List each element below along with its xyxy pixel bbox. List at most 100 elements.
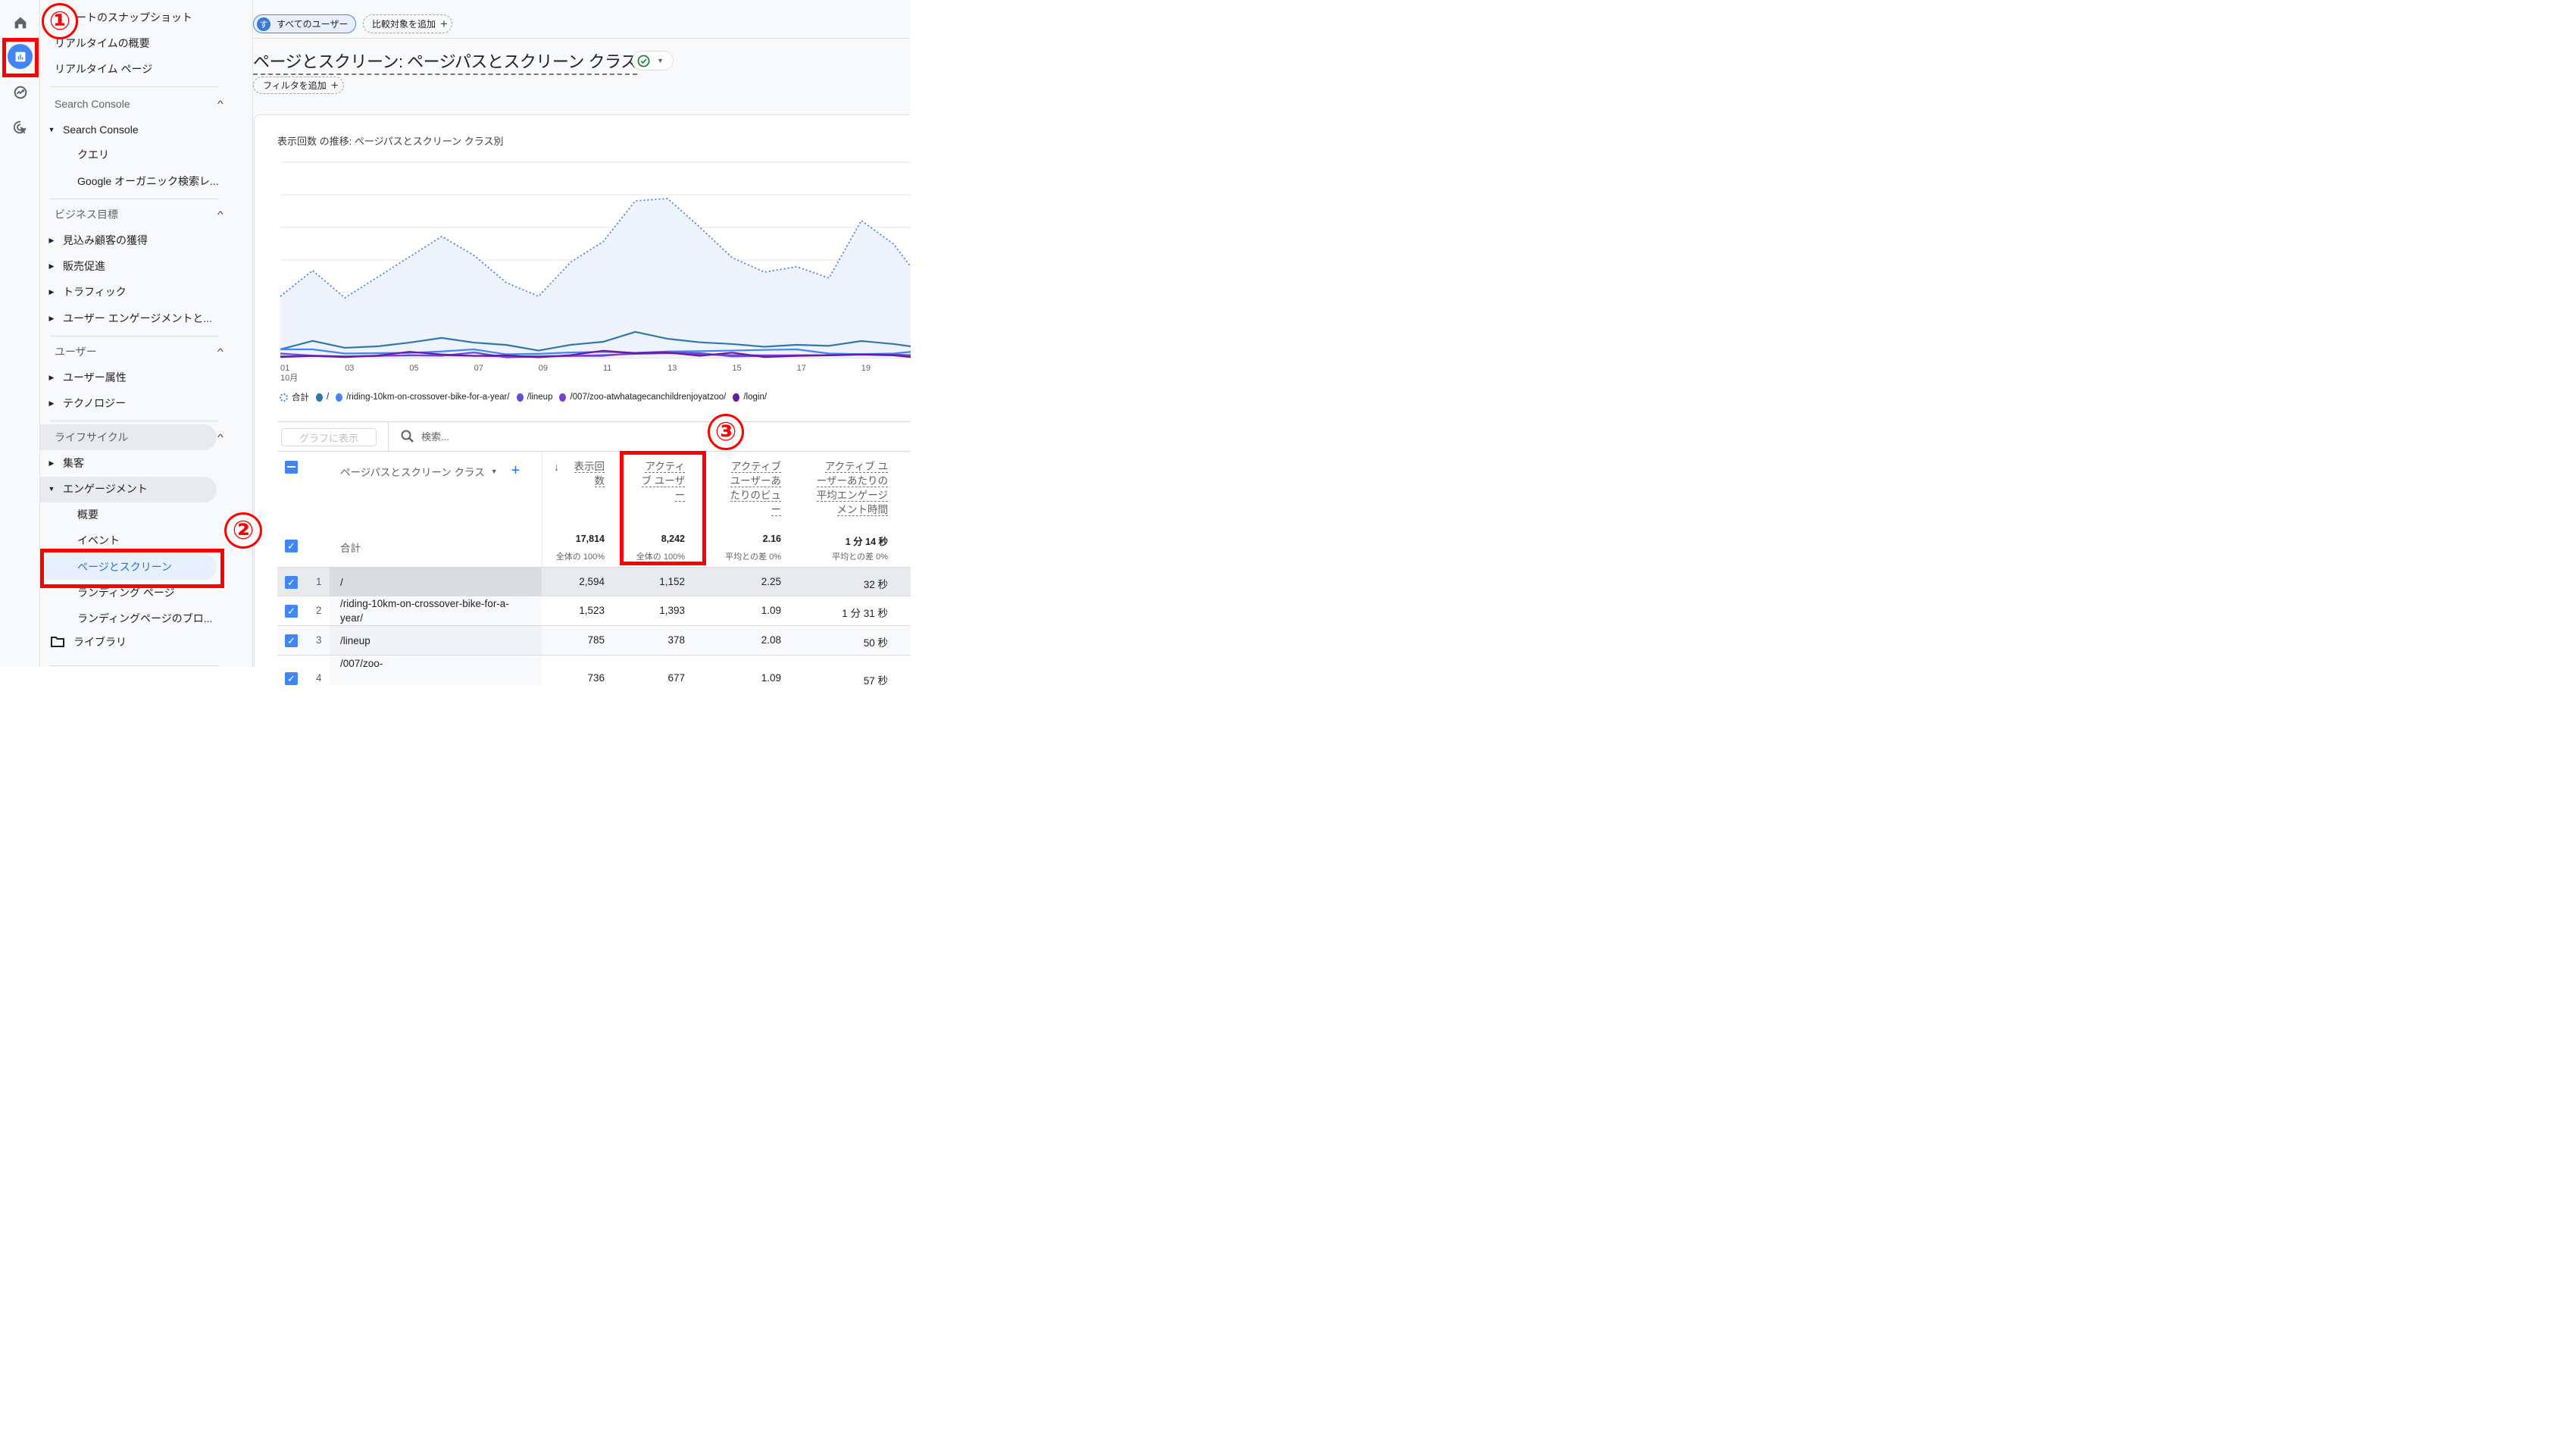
legend-item[interactable]: /lineup bbox=[516, 393, 552, 402]
nav-group-search-console[interactable]: ▼ Search Console bbox=[40, 118, 139, 141]
legend-item[interactable]: 合計 bbox=[280, 391, 309, 403]
nav-section-search-console[interactable]: Search Console ^ bbox=[55, 96, 224, 111]
legend-item[interactable]: /007/zoo-atwhatagecanchildrenjoyatzoo/ bbox=[559, 393, 726, 402]
nav-item-library[interactable]: ライブラリ bbox=[51, 631, 127, 653]
nav-item-leads[interactable]: ▶ 見込み顧客の獲得 bbox=[40, 229, 148, 252]
totals-checkbox[interactable]: ✓ bbox=[285, 540, 298, 552]
nav-section-label: ビジネス目標 bbox=[55, 208, 118, 221]
nav-section-lifecycle[interactable]: ライフサイクル ^ bbox=[55, 430, 224, 445]
nav-item-pages-and-screens[interactable]: ページとスクリーン bbox=[77, 556, 172, 578]
nav-section-business[interactable]: ビジネス目標 ^ bbox=[55, 207, 224, 222]
table-toolbar: グラフに表示 bbox=[277, 421, 911, 452]
row-views-per-user: 2.08 bbox=[761, 634, 781, 646]
row-checkbox[interactable]: ✓ bbox=[285, 634, 298, 647]
caret-right-icon: ▶ bbox=[48, 261, 55, 270]
legend-swatch bbox=[733, 393, 740, 402]
nav-item-landing-page[interactable]: ランディング ページ bbox=[77, 581, 175, 604]
row-avg-engagement: 57 秒 bbox=[863, 675, 888, 687]
metric-header-active-users[interactable]: アクティ ブ ユーザ ー bbox=[632, 459, 685, 502]
line-chart[interactable]: 01 03 05 07 09 11 13 15 17 19 10月 bbox=[255, 115, 911, 396]
add-dimension-icon[interactable]: + bbox=[511, 462, 521, 480]
nav-item-traffic[interactable]: ▶ トラフィック bbox=[40, 280, 127, 303]
table-row[interactable]: ✓ 3 /lineup 785 378 2.08 50 秒 bbox=[277, 625, 911, 655]
row-rank: 3 bbox=[316, 634, 322, 646]
nav-item-sales[interactable]: ▶ 販売促進 bbox=[40, 255, 105, 277]
nav-section-user[interactable]: ユーザー ^ bbox=[55, 344, 224, 359]
row-active-users: 378 bbox=[667, 634, 685, 646]
nav-item-label: イベント bbox=[77, 534, 120, 546]
annotation-marker-1: ① bbox=[42, 3, 78, 39]
x-tick-label: 11 bbox=[603, 364, 611, 373]
row-dimension[interactable]: /riding-10km-on-crossover-bike-for-a-yea… bbox=[340, 596, 530, 625]
table-search-input[interactable] bbox=[421, 429, 649, 444]
caret-right-icon: ▶ bbox=[48, 314, 55, 322]
nav-item-label: ランディングページのブロ... bbox=[77, 612, 213, 624]
chevron-up-icon: ^ bbox=[217, 99, 224, 109]
row-dimension[interactable]: / bbox=[340, 575, 530, 590]
row-views-per-user: 1.09 bbox=[761, 605, 781, 616]
reports-icon[interactable] bbox=[8, 44, 33, 69]
add-filter-button[interactable]: フィルタを追加 + bbox=[253, 77, 344, 94]
metric-header-views[interactable]: 表示回 数 bbox=[559, 459, 605, 488]
row-dimension[interactable]: /007/zoo- bbox=[340, 656, 530, 671]
sort-descending-icon[interactable]: ↓ bbox=[554, 461, 559, 473]
legend-item[interactable]: /riding-10km-on-crossover-bike-for-a-yea… bbox=[336, 393, 510, 402]
row-active-users: 1,393 bbox=[659, 605, 685, 616]
nav-item-events[interactable]: イベント bbox=[77, 529, 120, 552]
folder-icon bbox=[51, 637, 64, 647]
legend-item[interactable]: /login/ bbox=[733, 393, 767, 402]
caret-down-icon[interactable]: ▼ bbox=[491, 468, 498, 475]
table-row[interactable]: ✓ 2 /riding-10km-on-crossover-bike-for-a… bbox=[277, 596, 911, 625]
nav-item-realtime-pages[interactable]: リアルタイム ページ bbox=[55, 58, 152, 80]
page-title[interactable]: ページとスクリーン: ページパスとスクリーン クラス bbox=[253, 49, 637, 75]
x-tick-label: 07 bbox=[474, 364, 483, 373]
explore-icon[interactable] bbox=[8, 80, 33, 105]
chevron-up-icon: ^ bbox=[217, 346, 224, 357]
total-views-sub: 全体の 100% bbox=[555, 552, 605, 562]
metric-header-views-per-user[interactable]: アクティブ ユーザーあ たりのビュ ー bbox=[721, 459, 781, 517]
advertising-icon[interactable] bbox=[8, 114, 33, 139]
metric-header-line: アクティブ bbox=[730, 461, 781, 473]
table-row[interactable]: ✓ 4 /007/zoo- 736 677 1.09 57 秒 bbox=[277, 655, 911, 687]
caret-down-icon: ▼ bbox=[48, 485, 55, 493]
row-checkbox[interactable]: ✓ bbox=[285, 576, 298, 589]
row-views-per-user: 2.25 bbox=[761, 576, 781, 587]
x-tick-label: 19 bbox=[861, 364, 871, 373]
row-views: 2,594 bbox=[579, 576, 605, 587]
nav-item-user-engagement[interactable]: ▶ ユーザー エンゲージメントと... bbox=[40, 307, 212, 330]
dimension-header[interactable]: ページパスとスクリーン クラス ▼ + bbox=[340, 462, 520, 480]
nav-group-engagement[interactable]: ▼ エンゲージメント bbox=[40, 477, 148, 500]
table-row[interactable]: ✓ 1 / 2,594 1,152 2.25 32 秒 bbox=[277, 567, 911, 596]
nav-item-engagement-overview[interactable]: 概要 bbox=[77, 503, 98, 526]
nav-item-landing-page-blocks[interactable]: ランディングページのブロ... bbox=[77, 607, 212, 630]
select-all-checkbox[interactable] bbox=[285, 461, 298, 474]
nav-item-demographics[interactable]: ▶ ユーザー属性 bbox=[40, 366, 127, 389]
legend-label: /login/ bbox=[743, 393, 767, 402]
home-icon[interactable] bbox=[8, 10, 33, 35]
metric-header-avg-engagement[interactable]: アクティブ ユ ーザーあたりの 平均エンゲージ メント時間 bbox=[805, 459, 888, 517]
row-checkbox[interactable]: ✓ bbox=[285, 672, 298, 685]
report-status-button[interactable]: ▼ bbox=[632, 51, 674, 70]
total-views: 17,814 bbox=[575, 534, 605, 544]
nav-divider bbox=[50, 665, 218, 666]
nav-item-technology[interactable]: ▶ テクノロジー bbox=[40, 392, 127, 415]
metric-header-line: ー bbox=[674, 490, 685, 502]
nav-item-acquisition[interactable]: ▶ 集客 bbox=[40, 452, 84, 474]
segment-chip-all-users[interactable]: す すべてのユーザー bbox=[253, 14, 356, 33]
nav-section-label: Search Console bbox=[55, 98, 130, 110]
nav-item-google-organic[interactable]: Google オーガニック検索レ... bbox=[77, 170, 219, 192]
x-tick-label: 01 bbox=[280, 364, 289, 373]
nav-item-queries[interactable]: クエリ bbox=[77, 143, 109, 166]
nav-divider bbox=[50, 86, 218, 87]
nav-item-label: 見込み顧客の獲得 bbox=[63, 234, 148, 246]
row-dimension[interactable]: /lineup bbox=[340, 634, 530, 648]
add-comparison-button[interactable]: 比較対象を追加 + bbox=[363, 14, 452, 33]
row-checkbox[interactable]: ✓ bbox=[285, 605, 298, 618]
show-in-chart-button[interactable]: グラフに表示 bbox=[281, 428, 377, 446]
row-avg-engagement: 50 秒 bbox=[863, 637, 888, 649]
segment-label: すべてのユーザー bbox=[277, 19, 349, 30]
nav-item-label: Search Console bbox=[63, 124, 139, 136]
nav-sidebar: レポートのスナップショット リアルタイムの概要 リアルタイム ページ Searc… bbox=[40, 0, 253, 667]
metric-header-line: 表示回 bbox=[574, 461, 605, 473]
legend-item[interactable]: / bbox=[316, 393, 329, 402]
